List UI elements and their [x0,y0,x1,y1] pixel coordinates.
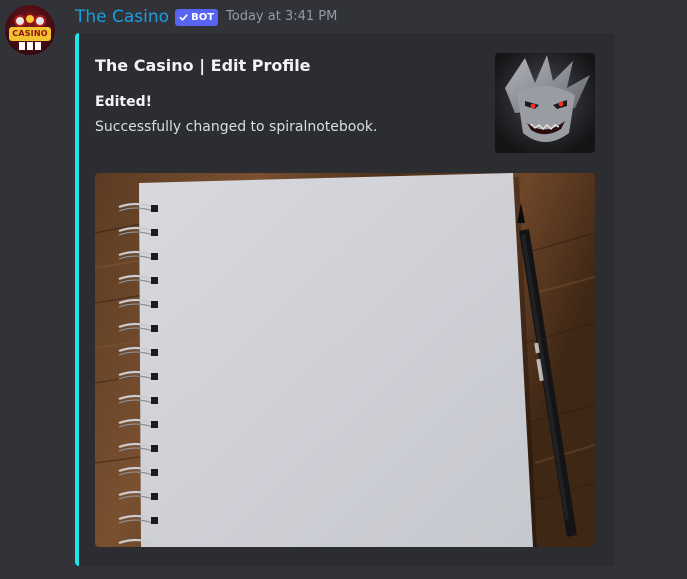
avatar-logo-text: CASINO [9,27,51,41]
message-header: The Casino BOT Today at 3:41 PM [75,6,337,28]
playing-cards-icon [19,42,41,50]
embed-title: The Casino | Edit Profile [95,56,311,75]
author-username[interactable]: The Casino [75,6,169,28]
bot-badge-label: BOT [191,11,215,23]
verified-check-icon [179,13,188,21]
author-avatar[interactable]: CASINO [5,5,55,55]
embed-accent-bar [75,33,79,566]
embed-card: The Casino | Edit Profile Edited! Succes… [75,33,615,566]
chat-message: CASINO The Casino BOT Today at 3:41 PM T… [0,0,687,579]
embed-field-name: Edited! [95,94,152,110]
joker-face-icon [495,53,595,153]
embed-field-value: Successfully changed to spiralnotebook. [95,119,378,135]
embed-thumbnail[interactable] [495,53,595,153]
poker-chips-icon [14,13,46,27]
bot-badge: BOT [175,8,219,26]
spiral-notebook-image [95,173,595,547]
embed-image[interactable] [95,173,595,547]
message-timestamp[interactable]: Today at 3:41 PM [226,6,337,28]
